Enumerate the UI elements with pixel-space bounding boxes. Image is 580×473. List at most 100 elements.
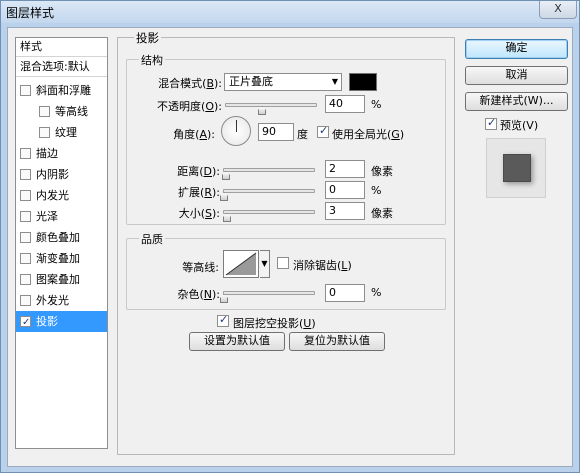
style-item-label: 外发光 bbox=[36, 294, 69, 307]
global-light-checkbox[interactable] bbox=[317, 124, 329, 138]
linear-contour-icon bbox=[225, 252, 257, 276]
distance-input[interactable]: 2 bbox=[325, 160, 365, 178]
preview-square bbox=[503, 154, 531, 182]
reset-default-button[interactable]: 复位为默认值 bbox=[289, 332, 385, 351]
size-slider-track[interactable] bbox=[223, 210, 315, 214]
contour-checkbox[interactable] bbox=[39, 106, 50, 117]
quality-title: 品质 bbox=[139, 231, 165, 247]
style-item-bevel-emboss[interactable]: 斜面和浮雕 bbox=[16, 80, 107, 101]
size-label: 大小(S): bbox=[178, 207, 220, 220]
style-item-label: 内发光 bbox=[36, 189, 69, 202]
contour-dropdown-arrow[interactable]: ▼ bbox=[260, 250, 270, 278]
style-item-stroke[interactable]: 描边 bbox=[16, 143, 107, 164]
styles-header[interactable]: 样式 bbox=[16, 38, 107, 57]
style-item-label: 纹理 bbox=[55, 126, 77, 139]
layer-style-dialog: 图层样式 X 样式 混合选项:默认 斜面和浮雕 等高线 纹理 描边 内阴影 内发… bbox=[0, 0, 580, 473]
outer-glow-checkbox[interactable] bbox=[20, 295, 31, 306]
new-style-button[interactable]: 新建样式(W)... bbox=[465, 92, 568, 111]
close-button[interactable]: X bbox=[539, 1, 577, 19]
inner-shadow-checkbox[interactable] bbox=[20, 169, 31, 180]
noise-label: 杂色(N): bbox=[177, 288, 220, 301]
dialog-client-area: 样式 混合选项:默认 斜面和浮雕 等高线 纹理 描边 内阴影 内发光 光泽 颜色… bbox=[7, 27, 573, 467]
preview-checkbox[interactable] bbox=[485, 116, 497, 130]
inner-glow-checkbox[interactable] bbox=[20, 190, 31, 201]
angle-unit: 度 bbox=[297, 128, 308, 141]
spread-slider-thumb[interactable] bbox=[220, 192, 228, 201]
stroke-checkbox[interactable] bbox=[20, 148, 31, 159]
gradient-overlay-checkbox[interactable] bbox=[20, 253, 31, 264]
layer-knocks-out-label: 图层挖空投影(U) bbox=[233, 317, 316, 330]
contour-picker[interactable] bbox=[223, 250, 259, 278]
spread-label: 扩展(R): bbox=[178, 186, 220, 199]
style-item-label: 投影 bbox=[36, 315, 58, 328]
drop-shadow-panel: 投影 结构 混合模式(B): 正片叠底 ▼ 不透明度(O): 40 % 角度(A… bbox=[117, 30, 455, 455]
size-slider-thumb[interactable] bbox=[223, 213, 231, 222]
style-item-pattern-overlay[interactable]: 图案叠加 bbox=[16, 269, 107, 290]
style-item-drop-shadow[interactable]: 投影 bbox=[16, 311, 107, 333]
size-unit: 像素 bbox=[371, 207, 393, 220]
style-item-label: 渐变叠加 bbox=[36, 252, 80, 265]
noise-unit: % bbox=[371, 286, 382, 299]
global-light-label: 使用全局光(G) bbox=[332, 128, 405, 141]
style-item-inner-shadow[interactable]: 内阴影 bbox=[16, 164, 107, 185]
contour-label: 等高线: bbox=[182, 261, 219, 274]
opacity-slider-thumb[interactable] bbox=[258, 106, 266, 115]
style-item-label: 描边 bbox=[36, 147, 58, 160]
style-item-label: 光泽 bbox=[36, 210, 58, 223]
noise-slider-track[interactable] bbox=[223, 291, 315, 295]
shadow-color-swatch[interactable] bbox=[349, 73, 377, 91]
style-item-texture[interactable]: 纹理 bbox=[16, 122, 107, 143]
noise-slider-thumb[interactable] bbox=[220, 294, 228, 303]
style-item-label: 图案叠加 bbox=[36, 273, 80, 286]
dialog-title: 图层样式 bbox=[6, 6, 55, 20]
style-item-satin[interactable]: 光泽 bbox=[16, 206, 107, 227]
style-item-outer-glow[interactable]: 外发光 bbox=[16, 290, 107, 311]
angle-dial[interactable] bbox=[221, 116, 251, 146]
style-item-gradient-overlay[interactable]: 渐变叠加 bbox=[16, 248, 107, 269]
spread-input[interactable]: 0 bbox=[325, 181, 365, 199]
distance-slider-thumb[interactable] bbox=[222, 171, 230, 180]
panel-title: 投影 bbox=[134, 30, 161, 46]
cancel-button[interactable]: 取消 bbox=[465, 66, 568, 85]
structure-group: 结构 混合模式(B): 正片叠底 ▼ 不透明度(O): 40 % 角度(A): … bbox=[126, 52, 446, 225]
distance-unit: 像素 bbox=[371, 165, 393, 178]
drop-shadow-checkbox[interactable] bbox=[20, 312, 31, 333]
angle-input[interactable]: 90 bbox=[258, 123, 294, 141]
spread-slider-track[interactable] bbox=[223, 189, 315, 193]
spread-unit: % bbox=[371, 184, 382, 197]
style-item-label: 斜面和浮雕 bbox=[36, 84, 91, 97]
quality-group: 品质 等高线: ▼ 消除锯齿(L) 杂色(N): 0 % bbox=[126, 231, 446, 310]
style-item-contour[interactable]: 等高线 bbox=[16, 101, 107, 122]
blend-mode-value: 正片叠底 bbox=[229, 75, 273, 88]
ok-button[interactable]: 确定 bbox=[465, 39, 568, 59]
opacity-label: 不透明度(O): bbox=[157, 100, 222, 113]
preview-label: 预览(V) bbox=[500, 119, 539, 132]
angle-label: 角度(A): bbox=[173, 128, 215, 141]
size-input[interactable]: 3 bbox=[325, 202, 365, 220]
anti-aliased-checkbox[interactable] bbox=[277, 257, 289, 269]
opacity-slider-track[interactable] bbox=[225, 103, 317, 107]
chevron-down-icon: ▼ bbox=[331, 77, 338, 86]
opacity-input[interactable]: 40 bbox=[325, 95, 365, 113]
anti-aliased-label: 消除锯齿(L) bbox=[293, 259, 352, 272]
noise-input[interactable]: 0 bbox=[325, 284, 365, 302]
distance-slider-track[interactable] bbox=[223, 168, 315, 172]
satin-checkbox[interactable] bbox=[20, 211, 31, 222]
style-item-label: 颜色叠加 bbox=[36, 231, 80, 244]
style-item-inner-glow[interactable]: 内发光 bbox=[16, 185, 107, 206]
layer-knocks-out-checkbox[interactable] bbox=[217, 313, 229, 327]
bevel-emboss-checkbox[interactable] bbox=[20, 85, 31, 96]
title-bar[interactable]: 图层样式 X bbox=[1, 1, 579, 23]
style-item-color-overlay[interactable]: 颜色叠加 bbox=[16, 227, 107, 248]
structure-title: 结构 bbox=[139, 52, 165, 68]
styles-list: 样式 混合选项:默认 斜面和浮雕 等高线 纹理 描边 内阴影 内发光 光泽 颜色… bbox=[15, 37, 108, 449]
style-preview-thumbnail bbox=[486, 138, 546, 198]
color-overlay-checkbox[interactable] bbox=[20, 232, 31, 243]
style-item-label: 等高线 bbox=[55, 105, 88, 118]
pattern-overlay-checkbox[interactable] bbox=[20, 274, 31, 285]
texture-checkbox[interactable] bbox=[39, 127, 50, 138]
blending-options-item[interactable]: 混合选项:默认 bbox=[16, 58, 107, 77]
make-default-button[interactable]: 设置为默认值 bbox=[189, 332, 285, 351]
distance-label: 距离(D): bbox=[177, 165, 220, 178]
blend-mode-select[interactable]: 正片叠底 ▼ bbox=[224, 73, 342, 91]
